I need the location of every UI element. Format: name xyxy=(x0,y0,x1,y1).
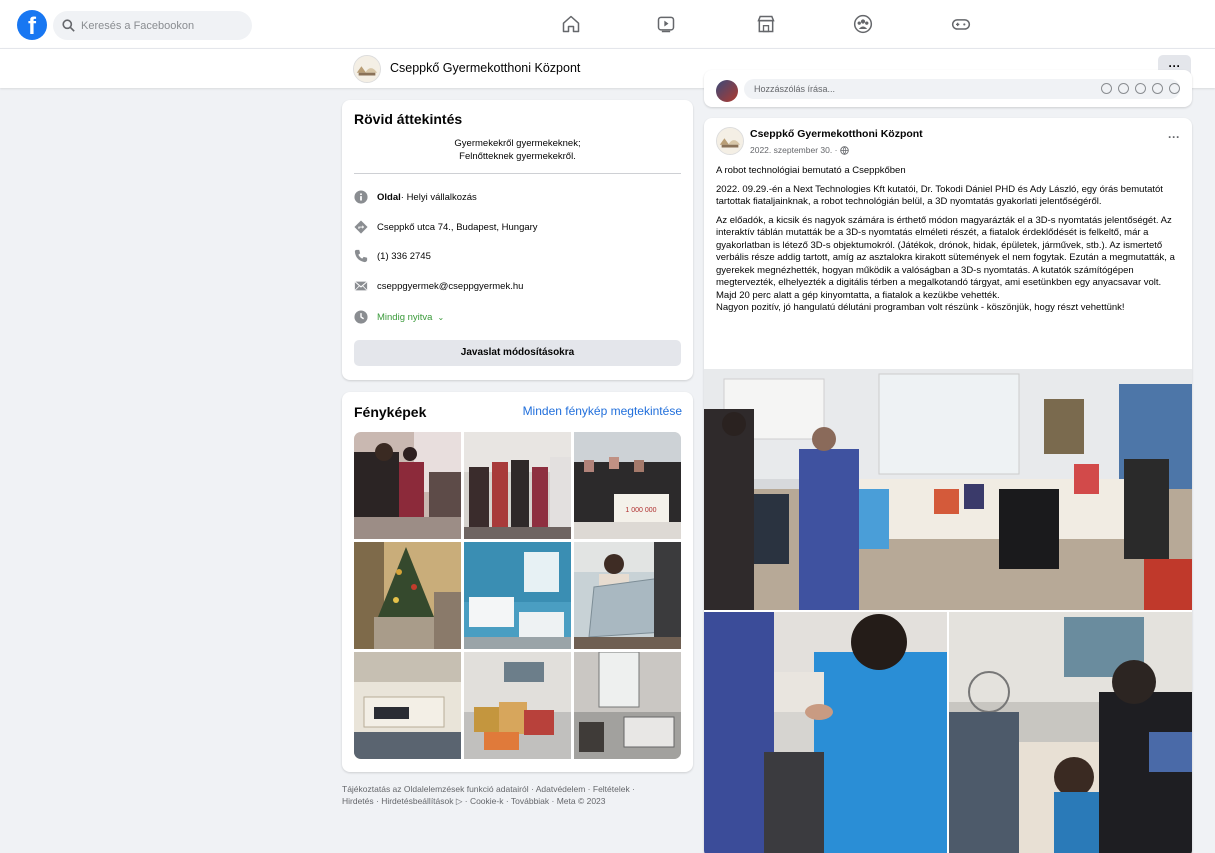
photo-thumbnail[interactable] xyxy=(574,542,681,649)
post-photo[interactable] xyxy=(704,612,947,853)
photo-thumbnail[interactable] xyxy=(574,652,681,759)
home-icon[interactable] xyxy=(559,12,583,36)
feed-post: Cseppkő Gyermekotthoni Központ 2022. sze… xyxy=(704,118,1192,853)
see-all-photos-link[interactable]: Minden fénykép megtekintése xyxy=(523,404,682,418)
page-footer: Tájékoztatás az Oldalelemzések funkció a… xyxy=(342,783,687,807)
info-page-type: Oldal · Helyi vállalkozás xyxy=(354,189,477,205)
photo-thumbnail[interactable] xyxy=(354,432,461,539)
avatar xyxy=(716,80,738,102)
post-body: A robot technológiai bemutató a Cseppkőb… xyxy=(716,165,1182,321)
intro-title: Rövid áttekintés xyxy=(354,111,463,127)
clock-icon xyxy=(354,310,368,324)
post-paragraph: A robot technológiai bemutató a Cseppkőb… xyxy=(716,165,906,176)
facebook-logo[interactable]: f xyxy=(17,10,47,40)
globe-icon xyxy=(840,145,850,155)
hours-text: Mindig nyitva xyxy=(377,311,433,323)
phone-text: (1) 336 2745 xyxy=(377,250,431,262)
groups-icon[interactable] xyxy=(851,12,875,36)
page-avatar[interactable] xyxy=(353,55,381,83)
comment-tools xyxy=(1101,83,1180,94)
emoji-icon[interactable] xyxy=(1118,83,1129,94)
suggest-edits-button[interactable]: Javaslat módosításokra xyxy=(354,340,681,366)
info-icon xyxy=(354,190,368,204)
photos-card: Fényképek Minden fénykép megtekintése 1 … xyxy=(342,392,693,772)
divider xyxy=(354,173,681,174)
intro-card: Rövid áttekintés Gyermekekről gyermekekn… xyxy=(342,100,693,380)
previous-post-comment-area: Hozzászólás írása... xyxy=(704,70,1192,107)
search-box[interactable] xyxy=(53,11,252,40)
photo-thumbnail[interactable]: 1 000 000 xyxy=(574,432,681,539)
post-date[interactable]: 2022. szeptember 30. · xyxy=(750,145,850,155)
photo-thumbnail[interactable] xyxy=(464,652,571,759)
info-address[interactable]: Cseppkő utca 74., Budapest, Hungary xyxy=(354,219,538,235)
info-email[interactable]: cseppgyermek@cseppgyermek.hu xyxy=(354,278,523,294)
marketplace-icon[interactable] xyxy=(754,12,778,36)
post-paragraph: 2022. 09.29.-én a Next Technologies Kft … xyxy=(716,183,1163,208)
phone-icon xyxy=(354,249,368,263)
post-photo[interactable] xyxy=(704,369,1192,610)
info-phone[interactable]: (1) 336 2745 xyxy=(354,248,431,264)
footer-links[interactable]: Tájékoztatás az Oldalelemzések funkció a… xyxy=(342,783,687,795)
address-text: Cseppkő utca 74., Budapest, Hungary xyxy=(377,221,538,233)
post-date-text: 2022. szeptember 30. · xyxy=(750,145,838,155)
search-icon xyxy=(62,19,75,32)
photo-grid: 1 000 000 xyxy=(354,432,681,759)
page-type-label: Oldal xyxy=(377,191,401,203)
gif-icon[interactable] xyxy=(1152,83,1163,94)
gaming-icon[interactable] xyxy=(949,12,973,36)
post-options-button[interactable]: ··· xyxy=(1168,130,1180,144)
directions-icon xyxy=(354,220,368,234)
mail-icon xyxy=(354,279,368,293)
svg-text:1 000 000: 1 000 000 xyxy=(625,507,656,514)
avatar-sticker-icon[interactable] xyxy=(1169,83,1180,94)
camera-icon[interactable] xyxy=(1135,83,1146,94)
post-photo[interactable] xyxy=(949,612,1192,853)
photos-title: Fényképek xyxy=(354,404,427,420)
photo-thumbnail[interactable] xyxy=(354,652,461,759)
page-name[interactable]: Cseppkő Gyermekotthoni Központ xyxy=(390,61,580,75)
footer-links[interactable]: Hirdetés · Hirdetésbeállítások ▷ · Cooki… xyxy=(342,795,687,807)
photo-thumbnail[interactable] xyxy=(464,432,571,539)
photo-thumbnail[interactable] xyxy=(464,542,571,649)
photo-thumbnail[interactable] xyxy=(354,542,461,649)
page-type-value: · Helyi vállalkozás xyxy=(400,191,477,203)
bio-line: Felnőtteknek gyermekekről. xyxy=(459,151,576,162)
bio-line: Gyermekekről gyermekeknek; xyxy=(454,138,581,149)
post-author[interactable]: Cseppkő Gyermekotthoni Központ xyxy=(750,128,923,140)
info-hours[interactable]: Mindig nyitva ⌄ xyxy=(354,309,444,325)
post-paragraph: Nagyon pozitív, jó hangulatú délutáni pr… xyxy=(716,302,1125,313)
email-text: cseppgyermek@cseppgyermek.hu xyxy=(377,280,524,292)
top-navigation-bar: f xyxy=(0,0,1215,48)
post-paragraph: Az előadók, a kicsik és nagyok számára i… xyxy=(716,214,1175,301)
chevron-down-icon: ⌄ xyxy=(437,312,445,322)
sticker-icon[interactable] xyxy=(1101,83,1112,94)
post-author-avatar[interactable] xyxy=(716,127,744,155)
search-input[interactable] xyxy=(81,19,241,32)
page-bio: Gyermekekről gyermekeknek; Felnőtteknek … xyxy=(354,137,681,163)
video-icon[interactable] xyxy=(654,12,678,36)
